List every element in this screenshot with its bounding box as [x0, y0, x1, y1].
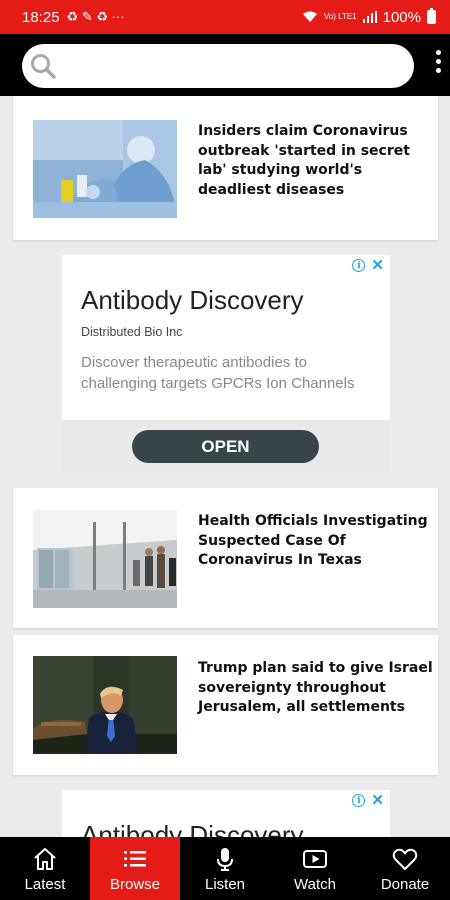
article-feed[interactable]: Insiders claim Coronavirus outbreak 'sta… — [0, 96, 450, 837]
play-icon — [303, 850, 327, 868]
app-header — [0, 34, 450, 96]
nav-browse[interactable]: Browse — [90, 837, 180, 900]
ad-headline[interactable]: Antibody Discovery — [81, 285, 304, 316]
article-card[interactable]: Insiders claim Coronavirus outbreak 'sta… — [13, 96, 438, 240]
nav-latest[interactable]: Latest — [0, 837, 90, 900]
heart-icon — [392, 848, 418, 870]
status-bar: 18:25 ♻ ✎ ♻ ··· Vo) LTE1 100% — [0, 0, 450, 34]
ad-choices[interactable]: i ✕ — [352, 258, 384, 273]
ad-unit[interactable]: i ✕ Antibody Discovery Distributed Bio I… — [62, 255, 390, 473]
nav-label: Browse — [109, 876, 161, 893]
ad-advertiser: Distributed Bio Inc — [81, 325, 183, 339]
microphone-icon — [217, 848, 233, 871]
nav-label: Watch — [294, 876, 336, 893]
search-input[interactable] — [66, 50, 402, 82]
ad-open-button[interactable]: OPEN — [132, 430, 319, 463]
ad-headline[interactable]: Antibody Discovery — [81, 820, 304, 837]
ad-footer: OPEN — [62, 420, 390, 473]
ad-close-icon[interactable]: ✕ — [371, 258, 384, 273]
ad-info-icon[interactable]: i — [352, 794, 366, 807]
ad-unit[interactable]: i ✕ Antibody Discovery — [62, 790, 390, 837]
list-icon — [124, 851, 146, 867]
notification-icons: ♻ ✎ ♻ ··· — [66, 9, 125, 24]
article-card[interactable]: Trump plan said to give Israel sovereign… — [13, 635, 438, 775]
network-label: Vo) LTE1 — [323, 12, 357, 21]
bottom-navigation: Latest Browse Listen Watch Donate — [0, 837, 450, 900]
wifi-icon — [302, 11, 317, 22]
article-thumbnail-trump[interactable] — [33, 656, 177, 754]
ad-choices[interactable]: i ✕ — [352, 793, 384, 808]
nav-listen[interactable]: Listen — [180, 837, 270, 900]
home-icon — [34, 848, 56, 870]
nav-label: Donate — [380, 876, 430, 893]
battery-icon — [427, 8, 436, 24]
article-thumbnail-airport[interactable] — [33, 510, 177, 608]
nav-label: Listen — [204, 876, 246, 893]
overflow-menu-icon[interactable] — [428, 50, 448, 80]
search-icon[interactable] — [30, 53, 56, 79]
article-card[interactable]: Health Officials Investigating Suspected… — [13, 488, 438, 628]
article-thumbnail-lab[interactable] — [33, 120, 177, 218]
ad-close-icon[interactable]: ✕ — [371, 793, 384, 808]
nav-label: Latest — [24, 876, 66, 893]
battery-percent: 100% — [382, 8, 421, 26]
status-time: 18:25 — [22, 8, 60, 26]
search-bar[interactable] — [22, 44, 414, 88]
article-title[interactable]: Insiders claim Coronavirus outbreak 'sta… — [198, 122, 434, 200]
ad-body: Discover therapeutic antibodies to chall… — [81, 354, 355, 392]
signal-icon — [362, 11, 377, 23]
ad-info-icon[interactable]: i — [352, 259, 366, 272]
nav-watch[interactable]: Watch — [270, 837, 360, 900]
nav-donate[interactable]: Donate — [360, 837, 450, 900]
article-title[interactable]: Trump plan said to give Israel sovereign… — [198, 659, 434, 718]
article-title[interactable]: Health Officials Investigating Suspected… — [198, 512, 434, 571]
